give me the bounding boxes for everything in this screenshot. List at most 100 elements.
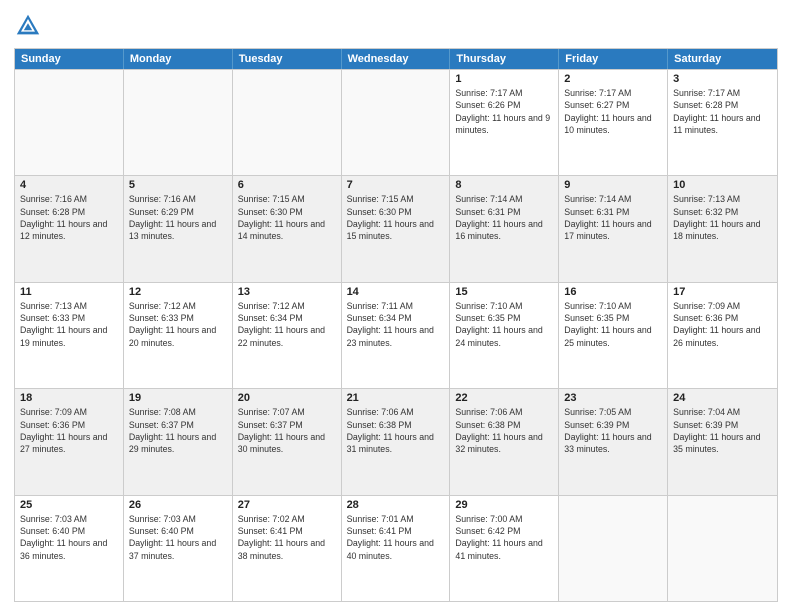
calendar-row-4: 25 Sunrise: 7:03 AM Sunset: 6:40 PM Dayli…	[15, 495, 777, 601]
day-number: 3	[673, 73, 772, 85]
day-number: 13	[238, 286, 336, 298]
logo-icon	[14, 12, 42, 40]
calendar-header: SundayMondayTuesdayWednesdayThursdayFrid…	[15, 49, 777, 69]
day-number: 7	[347, 179, 445, 191]
day-cell-1: 1 Sunrise: 7:17 AM Sunset: 6:26 PM Daylig…	[450, 70, 559, 175]
calendar-row-2: 11 Sunrise: 7:13 AM Sunset: 6:33 PM Dayli…	[15, 282, 777, 388]
day-info: Sunrise: 7:03 AM Sunset: 6:40 PM Dayligh…	[129, 513, 227, 562]
calendar-body: 1 Sunrise: 7:17 AM Sunset: 6:26 PM Daylig…	[15, 69, 777, 601]
day-info: Sunrise: 7:10 AM Sunset: 6:35 PM Dayligh…	[564, 300, 662, 349]
day-info: Sunrise: 7:04 AM Sunset: 6:39 PM Dayligh…	[673, 406, 772, 455]
day-info: Sunrise: 7:09 AM Sunset: 6:36 PM Dayligh…	[673, 300, 772, 349]
calendar: SundayMondayTuesdayWednesdayThursdayFrid…	[14, 48, 778, 602]
day-cell-27: 27 Sunrise: 7:02 AM Sunset: 6:41 PM Dayli…	[233, 496, 342, 601]
day-number: 11	[20, 286, 118, 298]
header-day-tuesday: Tuesday	[233, 49, 342, 69]
empty-cell-0-0	[15, 70, 124, 175]
day-cell-20: 20 Sunrise: 7:07 AM Sunset: 6:37 PM Dayli…	[233, 389, 342, 494]
day-number: 19	[129, 392, 227, 404]
day-cell-29: 29 Sunrise: 7:00 AM Sunset: 6:42 PM Dayli…	[450, 496, 559, 601]
header-day-sunday: Sunday	[15, 49, 124, 69]
day-info: Sunrise: 7:06 AM Sunset: 6:38 PM Dayligh…	[347, 406, 445, 455]
day-info: Sunrise: 7:14 AM Sunset: 6:31 PM Dayligh…	[455, 193, 553, 242]
day-number: 12	[129, 286, 227, 298]
day-cell-9: 9 Sunrise: 7:14 AM Sunset: 6:31 PM Daylig…	[559, 176, 668, 281]
day-info: Sunrise: 7:11 AM Sunset: 6:34 PM Dayligh…	[347, 300, 445, 349]
day-cell-17: 17 Sunrise: 7:09 AM Sunset: 6:36 PM Dayli…	[668, 283, 777, 388]
day-cell-3: 3 Sunrise: 7:17 AM Sunset: 6:28 PM Daylig…	[668, 70, 777, 175]
header-day-monday: Monday	[124, 49, 233, 69]
day-cell-12: 12 Sunrise: 7:12 AM Sunset: 6:33 PM Dayli…	[124, 283, 233, 388]
day-cell-8: 8 Sunrise: 7:14 AM Sunset: 6:31 PM Daylig…	[450, 176, 559, 281]
empty-cell-0-1	[124, 70, 233, 175]
calendar-row-3: 18 Sunrise: 7:09 AM Sunset: 6:36 PM Dayli…	[15, 388, 777, 494]
day-number: 15	[455, 286, 553, 298]
day-number: 1	[455, 73, 553, 85]
header-day-thursday: Thursday	[450, 49, 559, 69]
day-number: 5	[129, 179, 227, 191]
day-cell-14: 14 Sunrise: 7:11 AM Sunset: 6:34 PM Dayli…	[342, 283, 451, 388]
day-number: 14	[347, 286, 445, 298]
day-cell-16: 16 Sunrise: 7:10 AM Sunset: 6:35 PM Dayli…	[559, 283, 668, 388]
day-cell-18: 18 Sunrise: 7:09 AM Sunset: 6:36 PM Dayli…	[15, 389, 124, 494]
day-info: Sunrise: 7:00 AM Sunset: 6:42 PM Dayligh…	[455, 513, 553, 562]
day-number: 17	[673, 286, 772, 298]
day-cell-7: 7 Sunrise: 7:15 AM Sunset: 6:30 PM Daylig…	[342, 176, 451, 281]
day-number: 24	[673, 392, 772, 404]
day-info: Sunrise: 7:17 AM Sunset: 6:26 PM Dayligh…	[455, 87, 553, 136]
day-cell-4: 4Sunrise: 7:16 AM Sunset: 6:28 PM Daylig…	[15, 176, 124, 281]
day-number: 6	[238, 179, 336, 191]
day-cell-25: 25Sunrise: 7:03 AM Sunset: 6:40 PM Dayli…	[15, 496, 124, 601]
day-cell-23: 23Sunrise: 7:05 AM Sunset: 6:39 PM Dayli…	[559, 389, 668, 494]
day-cell-22: 22 Sunrise: 7:06 AM Sunset: 6:38 PM Dayli…	[450, 389, 559, 494]
day-number: 20	[238, 392, 336, 404]
day-info: Sunrise: 7:10 AM Sunset: 6:35 PM Dayligh…	[455, 300, 553, 349]
day-info: Sunrise: 7:05 AM Sunset: 6:39 PM Dayligh…	[564, 406, 662, 455]
day-info: Sunrise: 7:13 AM Sunset: 6:33 PM Dayligh…	[20, 300, 118, 349]
day-info: Sunrise: 7:12 AM Sunset: 6:33 PM Dayligh…	[129, 300, 227, 349]
day-info: Sunrise: 7:06 AM Sunset: 6:38 PM Dayligh…	[455, 406, 553, 455]
day-number: 9	[564, 179, 662, 191]
day-cell-2: 2Sunrise: 7:17 AM Sunset: 6:27 PM Daylig…	[559, 70, 668, 175]
day-info: Sunrise: 7:17 AM Sunset: 6:28 PM Dayligh…	[673, 87, 772, 136]
calendar-row-0: 1 Sunrise: 7:17 AM Sunset: 6:26 PM Daylig…	[15, 69, 777, 175]
empty-cell-0-3	[342, 70, 451, 175]
day-cell-13: 13 Sunrise: 7:12 AM Sunset: 6:34 PM Dayli…	[233, 283, 342, 388]
day-info: Sunrise: 7:16 AM Sunset: 6:29 PM Dayligh…	[129, 193, 227, 242]
day-cell-26: 26Sunrise: 7:03 AM Sunset: 6:40 PM Dayli…	[124, 496, 233, 601]
day-number: 22	[455, 392, 553, 404]
day-info: Sunrise: 7:17 AM Sunset: 6:27 PM Dayligh…	[564, 87, 662, 136]
day-number: 8	[455, 179, 553, 191]
day-info: Sunrise: 7:09 AM Sunset: 6:36 PM Dayligh…	[20, 406, 118, 455]
header-day-friday: Friday	[559, 49, 668, 69]
day-cell-24: 24 Sunrise: 7:04 AM Sunset: 6:39 PM Dayli…	[668, 389, 777, 494]
calendar-row-1: 4Sunrise: 7:16 AM Sunset: 6:28 PM Daylig…	[15, 175, 777, 281]
day-info: Sunrise: 7:14 AM Sunset: 6:31 PM Dayligh…	[564, 193, 662, 242]
empty-cell-4-6	[668, 496, 777, 601]
day-info: Sunrise: 7:16 AM Sunset: 6:28 PM Dayligh…	[20, 193, 118, 242]
day-number: 16	[564, 286, 662, 298]
day-number: 27	[238, 499, 336, 511]
day-number: 25	[20, 499, 118, 511]
day-cell-5: 5 Sunrise: 7:16 AM Sunset: 6:29 PM Daylig…	[124, 176, 233, 281]
empty-cell-4-5	[559, 496, 668, 601]
day-number: 29	[455, 499, 553, 511]
day-info: Sunrise: 7:02 AM Sunset: 6:41 PM Dayligh…	[238, 513, 336, 562]
day-info: Sunrise: 7:12 AM Sunset: 6:34 PM Dayligh…	[238, 300, 336, 349]
empty-cell-0-2	[233, 70, 342, 175]
header-day-wednesday: Wednesday	[342, 49, 451, 69]
day-info: Sunrise: 7:15 AM Sunset: 6:30 PM Dayligh…	[347, 193, 445, 242]
header-day-saturday: Saturday	[668, 49, 777, 69]
day-info: Sunrise: 7:15 AM Sunset: 6:30 PM Dayligh…	[238, 193, 336, 242]
day-number: 10	[673, 179, 772, 191]
day-info: Sunrise: 7:07 AM Sunset: 6:37 PM Dayligh…	[238, 406, 336, 455]
day-info: Sunrise: 7:08 AM Sunset: 6:37 PM Dayligh…	[129, 406, 227, 455]
day-cell-11: 11 Sunrise: 7:13 AM Sunset: 6:33 PM Dayli…	[15, 283, 124, 388]
day-cell-6: 6 Sunrise: 7:15 AM Sunset: 6:30 PM Daylig…	[233, 176, 342, 281]
day-cell-21: 21 Sunrise: 7:06 AM Sunset: 6:38 PM Dayli…	[342, 389, 451, 494]
day-info: Sunrise: 7:01 AM Sunset: 6:41 PM Dayligh…	[347, 513, 445, 562]
day-cell-10: 10Sunrise: 7:13 AM Sunset: 6:32 PM Dayli…	[668, 176, 777, 281]
page: SundayMondayTuesdayWednesdayThursdayFrid…	[0, 0, 792, 612]
day-number: 21	[347, 392, 445, 404]
day-number: 18	[20, 392, 118, 404]
